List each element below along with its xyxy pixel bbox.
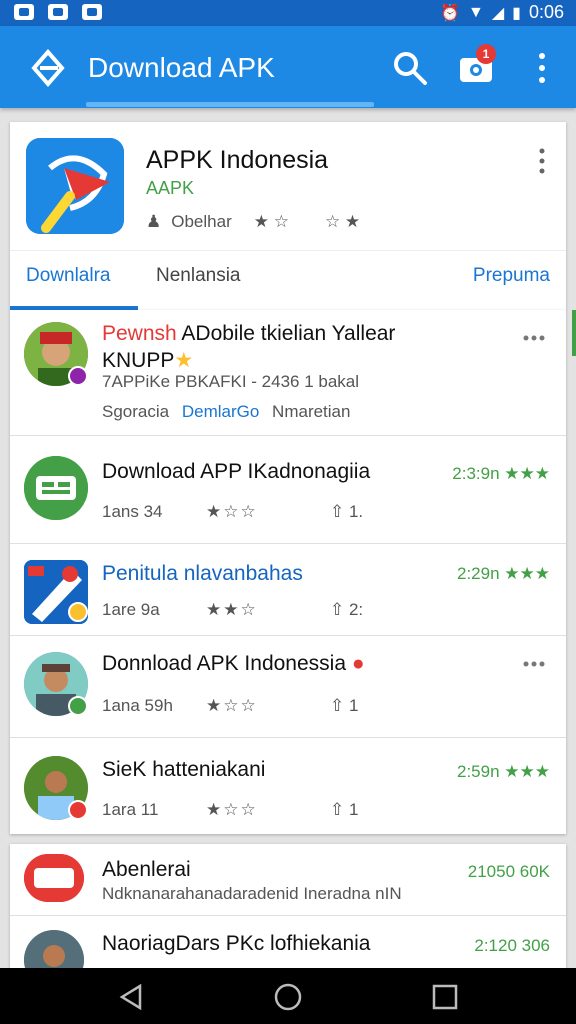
list-item-count: 1are 9a bbox=[102, 600, 160, 619]
download-icon: ⇧ bbox=[330, 502, 349, 521]
recents-nav-icon[interactable] bbox=[430, 982, 460, 1012]
app-icon bbox=[24, 456, 88, 520]
list-item-title: Pewnsh ADobile tkielian Yallear bbox=[102, 322, 395, 346]
developer-name[interactable]: AAPK bbox=[146, 178, 194, 199]
list-item-title: NaoriagDars PKc lofhiekania bbox=[102, 932, 371, 955]
back-nav-icon[interactable] bbox=[116, 982, 146, 1012]
list-item-title: Abenlerai bbox=[102, 858, 191, 881]
app-icon bbox=[24, 854, 84, 902]
rating-stars: ★★☆ bbox=[206, 600, 258, 619]
badge-icon bbox=[68, 800, 88, 820]
downloads: ⇧ 1. bbox=[330, 502, 363, 522]
notification-icon bbox=[14, 4, 34, 20]
rating-stars: ★☆☆ bbox=[206, 502, 258, 521]
app-name: APPK Indonesia bbox=[146, 146, 329, 174]
more-options-icon[interactable] bbox=[530, 50, 554, 86]
badge-icon bbox=[68, 602, 88, 622]
list-item[interactable]: SieK hatteniakani 1ara 11 ★☆☆ ⇧ 1 2:59n … bbox=[10, 738, 566, 834]
mail-icon bbox=[82, 4, 102, 20]
link-1[interactable]: Sgoracia bbox=[102, 402, 169, 421]
search-icon[interactable] bbox=[390, 48, 430, 88]
app-meta: ♟ Obelhar ★ ☆ ☆ ★ bbox=[146, 212, 360, 232]
battery-icon: ▮ bbox=[512, 4, 521, 22]
verified-badge-icon bbox=[68, 366, 88, 386]
download-icon: ⇧ bbox=[330, 696, 349, 715]
list-item-title: SieK hatteniakani bbox=[102, 758, 266, 781]
item-more-icon[interactable] bbox=[522, 334, 546, 342]
download-count: 1. bbox=[348, 502, 364, 521]
title-prefix: Pewnsh bbox=[102, 322, 177, 345]
app-list: Pewnsh ADobile tkielian Yallear KNUPP★ 7… bbox=[10, 310, 566, 834]
tab-bar: Downlalra Nenlansia Prepuma bbox=[10, 250, 566, 310]
rating-stars: ★☆☆ bbox=[206, 696, 258, 715]
title-main: ADobile tkielian Yallear bbox=[181, 322, 396, 345]
wifi-icon: ▼ bbox=[467, 3, 484, 21]
list-item-count: 1ara 11 bbox=[102, 800, 159, 819]
meta-downloads: ☆ ★ bbox=[324, 212, 361, 231]
download-count: 2: bbox=[348, 600, 364, 619]
list-item[interactable]: Donnload APK Indonessia ● 1ana 59h ★☆☆ ⇧… bbox=[10, 636, 566, 738]
list-item-title: Donnload APK Indonessia ● bbox=[102, 652, 365, 676]
file-size: 2:120 306 bbox=[474, 936, 550, 955]
featured-app-card[interactable]: APPK Indonesia AAPK ♟ Obelhar ★ ☆ ☆ ★ Do… bbox=[10, 122, 566, 310]
card-more-icon[interactable] bbox=[538, 148, 546, 174]
rating-stars: ★☆☆ bbox=[206, 800, 258, 819]
emoji-icon: ● bbox=[351, 652, 365, 675]
verified-badge-icon bbox=[68, 696, 88, 716]
list-item-title-2: KNUPP★ bbox=[102, 348, 193, 373]
tab-downloads[interactable]: Downlalra bbox=[26, 265, 110, 287]
download-count: 1 bbox=[348, 800, 359, 819]
link-2[interactable]: DemlarGo bbox=[182, 402, 259, 421]
meta-reviews: Obelhar bbox=[171, 212, 232, 231]
alarm-icon: ⏰ bbox=[440, 4, 460, 22]
list-item-subtitle: Ndknanarahanadaradenid Ineradna nIN bbox=[102, 884, 402, 903]
app-notification-icon bbox=[48, 4, 68, 20]
downloads: ⇧ 2: bbox=[330, 600, 363, 620]
list-item-title: Download APP IKadnonagiia bbox=[102, 460, 371, 483]
signal-icon: ◢ bbox=[491, 4, 505, 22]
list-item[interactable]: Pewnsh ADobile tkielian Yallear KNUPP★ 7… bbox=[10, 310, 566, 436]
list-item[interactable]: NaoriagDars PKc lofhiekania 2:120 306 bbox=[10, 916, 566, 990]
file-size: 21050 60K bbox=[467, 862, 550, 881]
star-icon: ★ bbox=[174, 349, 194, 372]
tab-reviews[interactable]: Prepuma bbox=[473, 265, 550, 287]
title-underline bbox=[86, 102, 374, 107]
list-item-count: 1ans 34 bbox=[102, 502, 163, 521]
clock: 0:06 bbox=[528, 2, 564, 22]
app-bar-title: Download APK bbox=[88, 52, 275, 83]
downloads: ⇧ 1 bbox=[330, 696, 358, 716]
list-item[interactable]: Penitula nlavanbahas 1are 9a ★★☆ ⇧ 2: 2:… bbox=[10, 544, 566, 636]
back-icon[interactable] bbox=[28, 48, 68, 88]
list-item[interactable]: Abenlerai Ndknanarahanadaradenid Ineradn… bbox=[10, 844, 566, 916]
list-item-title: Penitula nlavanbahas bbox=[102, 562, 303, 585]
app-bar: Download APK 1 bbox=[0, 26, 576, 108]
download-count: 1 bbox=[348, 696, 359, 715]
more-apps-list: Abenlerai Ndknanarahanadaradenid Ineradn… bbox=[10, 844, 566, 990]
item-more-icon[interactable] bbox=[522, 660, 546, 668]
file-size: 2:59n ★★★ bbox=[457, 762, 550, 781]
file-size: 2:3:9n ★★★ bbox=[452, 464, 550, 483]
link-3[interactable]: Nmaretian bbox=[272, 402, 350, 421]
download-icon: ⇧ bbox=[330, 800, 349, 819]
list-item-count: 1ana 59h bbox=[102, 696, 173, 715]
downloads: ⇧ 1 bbox=[330, 800, 358, 820]
meta-rating: ★ ☆ bbox=[253, 212, 289, 231]
home-nav-icon[interactable] bbox=[273, 982, 303, 1012]
user-icon: ♟ bbox=[146, 212, 162, 231]
navigation-bar bbox=[0, 968, 576, 1024]
file-size: 2:29n ★★★ bbox=[457, 564, 550, 583]
list-item-links: Sgoracia DemlarGo Nmaretian bbox=[102, 402, 350, 422]
status-bar: ⏰ ▼ ◢ ▮ 0:06 bbox=[0, 0, 576, 26]
notification-badge: 1 bbox=[476, 44, 496, 64]
tab-info[interactable]: Nenlansia bbox=[156, 265, 241, 287]
title-line-2: KNUPP bbox=[102, 349, 175, 372]
list-item[interactable]: Download APP IKadnonagiia 1ans 34 ★☆☆ ⇧ … bbox=[10, 436, 566, 544]
title-text: Donnload APK Indonessia bbox=[102, 652, 347, 675]
app-logo bbox=[26, 138, 124, 234]
scrollbar[interactable] bbox=[572, 310, 576, 356]
download-icon: ⇧ bbox=[330, 600, 349, 619]
list-item-description: 7APPiKe PBKAFKI - 2436 1 bakal bbox=[102, 372, 360, 391]
